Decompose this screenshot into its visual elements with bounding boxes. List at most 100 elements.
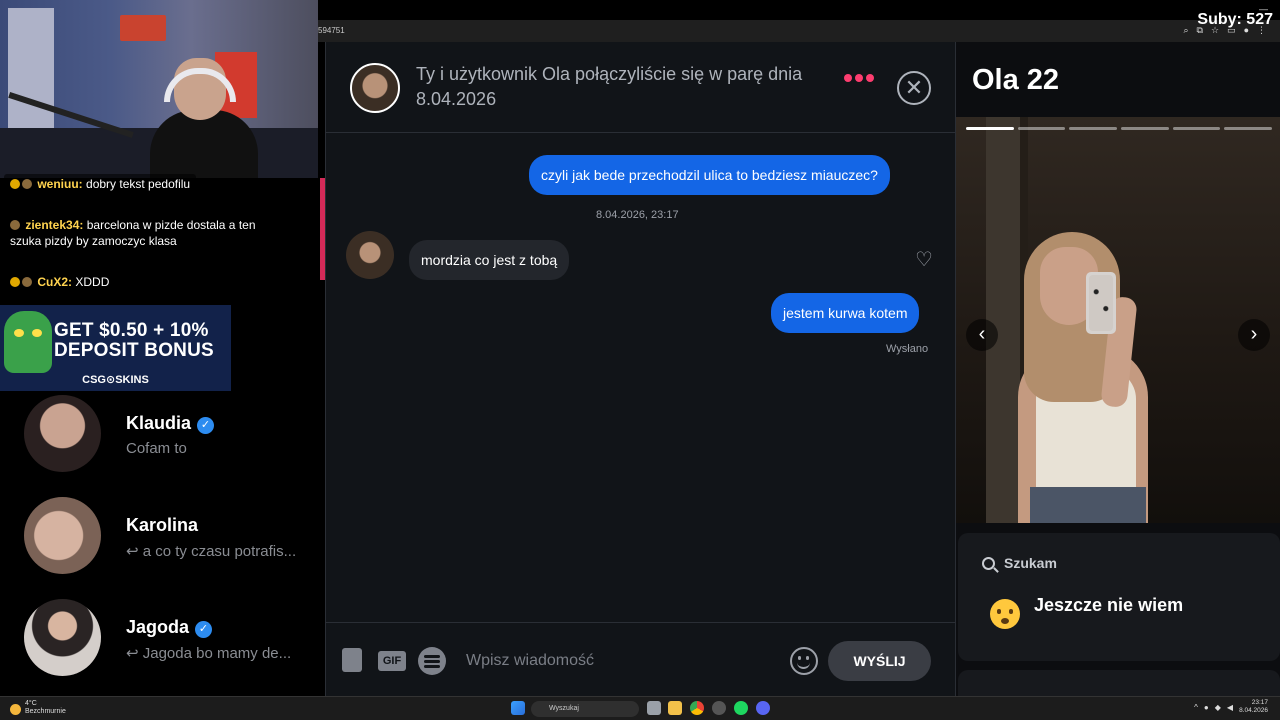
avatar	[24, 497, 101, 574]
browser-toolbar: 594751 ⌕ ⧉ ☆ ▭ ● ⋮ —	[318, 0, 1280, 42]
verified-icon: ✓	[197, 417, 215, 434]
thinking-emoji-icon	[990, 599, 1020, 629]
badge-icon	[10, 220, 20, 230]
photo-wall	[986, 117, 1022, 523]
chat-header: Ty i użytkownik Ola połączyliście się w …	[326, 42, 955, 133]
close-chat-button[interactable]: ✕	[897, 71, 931, 105]
message-incoming: mordzia co jest z tobą	[409, 240, 570, 280]
chat-panel: Ty i użytkownik Ola połączyliście się w …	[325, 42, 956, 696]
match-preview: ↩ a co ty czasu potrafis...	[126, 543, 297, 560]
weather-widget[interactable]: 4°C Bezchmurnie	[10, 700, 66, 716]
message-composer: GIF WYŚLIJ	[326, 622, 955, 696]
like-heart-icon[interactable]: ♡	[915, 250, 937, 270]
ad-brand: CSG⊙SKINS	[82, 374, 149, 386]
ad-mascot-icon	[4, 311, 52, 373]
gif-button[interactable]: GIF	[378, 651, 406, 671]
message-input[interactable]	[466, 645, 766, 677]
emoji-icon[interactable]	[790, 647, 818, 675]
system-tray: ^ ● ◆ ◀ 23:17 8.04.2026	[1194, 699, 1268, 715]
match-name: Klaudia ✓	[126, 413, 215, 434]
next-photo-button[interactable]: ›	[1238, 319, 1270, 351]
volume-icon[interactable]: ◀	[1227, 703, 1233, 712]
match-item-klaudia[interactable]: Klaudia ✓ Cofam to	[0, 393, 325, 473]
chat-text: dobry tekst pedofilu	[86, 177, 191, 191]
address-bar[interactable]	[318, 20, 1280, 42]
spotify-icon[interactable]	[418, 647, 446, 675]
match-preview: Cofam to	[126, 440, 187, 457]
photo-progress-bar	[966, 127, 1273, 130]
chat-username: CuX2:	[37, 275, 73, 289]
browser-icon[interactable]	[712, 701, 726, 715]
match-avatar[interactable]	[350, 63, 400, 113]
message-outgoing: jestem kurwa kotem	[771, 293, 920, 333]
looking-for-label: Szukam	[1004, 555, 1057, 571]
ad-subheadline: DEPOSIT BONUS	[54, 340, 214, 361]
photo-phone	[1086, 272, 1116, 334]
verified-icon: ✓	[195, 621, 213, 638]
chat-text: XDDD	[75, 275, 110, 289]
match-name: Jagoda ✓	[126, 617, 213, 638]
photo-segment[interactable]	[1224, 127, 1273, 130]
weather-sun-icon	[10, 704, 21, 715]
sender-avatar[interactable]	[346, 231, 394, 279]
avatar	[24, 599, 101, 676]
match-item-karolina[interactable]: Karolina ↩ a co ty czasu potrafis...	[0, 495, 325, 575]
streamer	[150, 52, 258, 178]
stream-chat-line: weniuu: dobry tekst pedofilu	[4, 174, 197, 194]
profile-name-age: Ola 22	[972, 64, 1060, 96]
message-outgoing: czyli jak bede przechodzil ulica to bedz…	[529, 155, 890, 195]
webcam-overlay	[0, 0, 318, 178]
microphone-icon[interactable]: ●	[1204, 703, 1209, 712]
file-explorer-icon[interactable]	[668, 701, 682, 715]
windows-taskbar: 4°C Bezchmurnie Wyszukaj ^ ● ◆ ◀ 23:17 8.0…	[0, 696, 1280, 720]
webcam-shelf	[120, 15, 166, 41]
match-list: Klaudia ✓ Cofam to Karolina ↩ a co ty cza…	[0, 391, 325, 696]
taskbar-clock[interactable]: 23:17 8.04.2026	[1239, 699, 1268, 715]
chrome-icon[interactable]	[690, 701, 704, 715]
zoom-icon[interactable]: ⌕	[1183, 25, 1188, 36]
search-icon	[982, 557, 995, 570]
match-preview: ↩ Jagoda bo mamy de...	[126, 645, 292, 662]
profile-photo[interactable]: ‹ ›	[956, 117, 1280, 523]
stream-subs-counter: Suby: 527	[1197, 11, 1273, 28]
photo-jeans	[1030, 487, 1146, 523]
discord-icon[interactable]	[756, 701, 770, 715]
previous-photo-button[interactable]: ‹	[966, 319, 998, 351]
photo-segment[interactable]	[1121, 127, 1169, 130]
sub-badge-icon	[10, 277, 20, 287]
sponsor-ad-banner[interactable]: GET $0.50 + 10% DEPOSIT BONUS CSG⊙SKINS	[0, 305, 231, 391]
start-icon[interactable]	[511, 701, 525, 715]
weather-temp: 4°C	[25, 700, 37, 707]
match-info-title: Ty i użytkownik Ola połączyliście się w …	[416, 64, 803, 109]
profile-panel: Ola 22 ‹ › Szukam Jeszcze nie wiem	[956, 42, 1280, 696]
looking-for-value: Jeszcze nie wiem	[1034, 595, 1184, 615]
photo-segment[interactable]	[1069, 127, 1118, 130]
photo-segment[interactable]	[1017, 127, 1066, 130]
chevron-up-icon[interactable]: ^	[1194, 703, 1198, 712]
network-icon[interactable]: ◆	[1215, 703, 1221, 712]
more-options-icon[interactable]	[844, 74, 874, 82]
match-item-jagoda[interactable]: Jagoda ✓ ↩ Jagoda bo mamy de...	[0, 597, 325, 677]
chat-username: weniuu:	[37, 177, 83, 191]
message-timestamp: 8.04.2026, 23:17	[596, 209, 679, 221]
profile-next-card	[958, 670, 1280, 696]
url-fragment[interactable]: 594751	[318, 26, 345, 35]
badge-icon	[22, 179, 32, 189]
stream-chat-line: zientek34: barcelona w pizde dostala a t…	[4, 215, 290, 251]
webcam-door	[8, 8, 54, 138]
contact-card-icon[interactable]	[342, 648, 362, 672]
sub-badge-icon	[10, 179, 20, 189]
message-status: Wysłano	[886, 343, 929, 355]
spotify-icon[interactable]	[734, 701, 748, 715]
send-button[interactable]: WYŚLIJ	[828, 641, 931, 681]
avatar	[24, 395, 101, 472]
photo-segment[interactable]	[966, 127, 1014, 130]
stream-chat-line: CuX2: XDDD	[4, 272, 116, 292]
chat-username: zientek34:	[25, 218, 84, 232]
match-name: Karolina	[126, 515, 199, 535]
task-view-icon[interactable]	[647, 701, 661, 715]
taskbar-search[interactable]: Wyszukaj	[531, 701, 639, 717]
weather-desc: Bezchmurnie	[25, 708, 66, 715]
badge-icon	[22, 277, 32, 287]
photo-segment[interactable]	[1172, 127, 1221, 130]
